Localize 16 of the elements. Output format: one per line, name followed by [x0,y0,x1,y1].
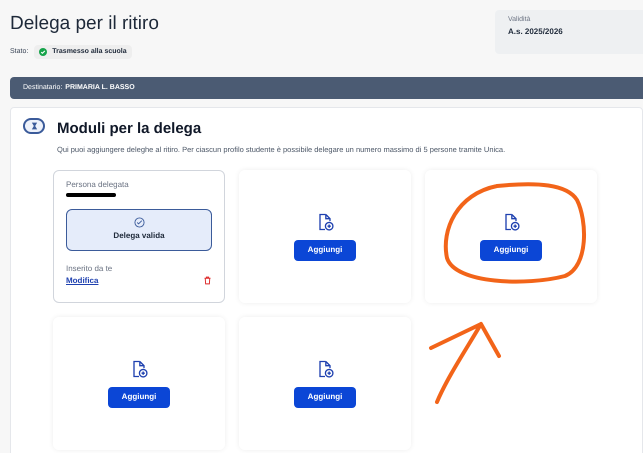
delegate-label: Persona delegata [66,178,130,190]
edit-link[interactable]: Modifica [66,274,98,286]
add-button[interactable]: Aggiungi [294,386,356,408]
redaction-mark [66,192,116,196]
inserted-by-text: Inserito da te [66,262,114,274]
section-title: Moduli per la delega [57,119,202,139]
check-circle-icon [134,217,144,228]
trash-icon[interactable] [203,276,212,285]
add-button[interactable]: Aggiungi [480,240,542,260]
add-button[interactable]: Aggiungi [108,386,170,408]
add-button[interactable]: Aggiungi [294,240,356,260]
check-icon [39,48,48,56]
valid-delegation-text: Delega valida [113,230,165,242]
validity-value: A.s. 2025/2026 [508,26,564,38]
page-title: Delega per il ritiro [10,12,159,36]
hourglass-icon [23,118,45,134]
